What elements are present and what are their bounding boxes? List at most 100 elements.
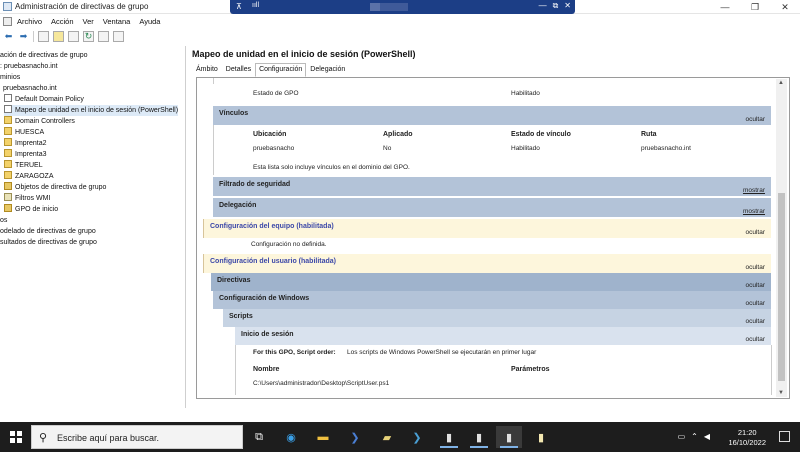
section-directivas[interactable]: Directivas ocultar	[211, 273, 771, 291]
tree-item-gpo-objects[interactable]: Objetos de directiva de grupo	[4, 182, 106, 193]
tree-item-domain[interactable]: pruebasnacho.int	[3, 83, 57, 94]
menu-ver[interactable]: Ver	[83, 17, 94, 26]
vertical-scrollbar[interactable]: ▲ ▼	[776, 79, 787, 397]
show-link[interactable]: mostrar	[743, 187, 765, 194]
section-windows-settings[interactable]: Configuración de Windows ocultar	[213, 291, 771, 309]
tree-item-starter-gpos[interactable]: GPO de inicio	[4, 204, 58, 215]
section-scripts[interactable]: Scripts ocultar	[223, 309, 771, 327]
section-title: Inicio de sesión	[241, 331, 294, 338]
menu-ventana[interactable]: Ventana	[103, 17, 131, 26]
task-view-icon[interactable]: ⧉	[246, 426, 272, 448]
up-folder-icon[interactable]	[38, 30, 49, 42]
taskbar-search[interactable]: ⚲ Escribe aquí para buscar.	[31, 425, 243, 449]
tree-item-domains[interactable]: minios	[0, 72, 20, 83]
tree-item-wmi-filters[interactable]: Filtros WMI	[4, 193, 50, 204]
taskbar: ⚲ Escribe aquí para buscar. ⧉ ◉ ▬ ❯ ▰ ❯ …	[0, 422, 800, 452]
clock-date: 16/10/2022	[728, 438, 766, 447]
tree-item-modeling[interactable]: odelado de directivas de grupo	[0, 226, 96, 237]
tab-ambito[interactable]: Ámbito	[192, 63, 222, 77]
tree-item-mapeo-gpo[interactable]: Mapeo de unidad en el inicio de sesión (…	[4, 105, 179, 116]
clock[interactable]: 21:20 16/10/2022	[728, 428, 766, 448]
file-explorer-icon[interactable]: ▬	[310, 426, 336, 448]
redacted-hostname	[370, 3, 380, 11]
server-manager-icon[interactable]: ▰	[374, 426, 400, 448]
ou-icon	[4, 160, 12, 168]
help-icon[interactable]	[98, 30, 109, 42]
tree-item-imprenta3[interactable]: Imprenta3	[4, 149, 47, 160]
tree-item-label: Objetos de directiva de grupo	[15, 184, 107, 191]
gpm-taskbar-icon[interactable]: ▮	[496, 426, 522, 448]
app-icon-2[interactable]: ▮	[466, 426, 492, 448]
show-hide-icon[interactable]	[113, 30, 124, 42]
show-link[interactable]: mostrar	[743, 208, 765, 215]
volume-icon[interactable]: ◀	[704, 432, 710, 441]
tab-delegacion[interactable]: Delegación	[306, 63, 349, 77]
script-name: C:\Users\administrador\Desktop\ScriptUse…	[253, 380, 390, 387]
menu-ayuda[interactable]: Ayuda	[139, 17, 160, 26]
notepad-icon[interactable]: ▮	[528, 426, 554, 448]
tree-item-label: ZARAGOZA	[15, 173, 54, 180]
refresh-icon[interactable]: ↻	[83, 30, 94, 42]
section-vinculos[interactable]: Vínculos ocultar	[213, 106, 771, 125]
menu-archivo[interactable]: Archivo	[17, 17, 42, 26]
hide-link[interactable]: ocultar	[745, 229, 765, 236]
section-filtrado[interactable]: Filtrado de seguridad mostrar	[213, 177, 771, 196]
gpo-link-icon	[4, 94, 12, 102]
hide-link[interactable]: ocultar	[745, 336, 765, 343]
back-arrow-icon[interactable]: ⬅	[3, 31, 14, 42]
properties-icon[interactable]	[68, 30, 79, 42]
hide-link[interactable]: ocultar	[745, 264, 765, 271]
rdp-minimize-button[interactable]: —	[539, 1, 547, 11]
scroll-thumb[interactable]	[778, 193, 785, 381]
tab-detalles[interactable]: Detalles	[222, 63, 255, 77]
tree-item-domain-controllers[interactable]: Domain Controllers	[4, 116, 75, 127]
hide-link[interactable]: ocultar	[745, 318, 765, 325]
hide-link[interactable]: ocultar	[745, 282, 765, 289]
chevron-up-icon[interactable]: ⌃	[691, 432, 698, 441]
app-icon-1[interactable]: ▮	[436, 426, 462, 448]
maximize-button[interactable]: ❐	[740, 0, 770, 14]
section-title: Configuración de Windows	[219, 295, 310, 302]
clipped-row	[213, 78, 773, 84]
system-menu-icon[interactable]	[3, 17, 12, 26]
menu-bar: Archivo Acción Ver Ventana Ayuda	[0, 15, 169, 28]
hide-link[interactable]: ocultar	[745, 116, 765, 123]
section-user-config[interactable]: Configuración del usuario (habilitada) o…	[203, 254, 771, 273]
tree-item-forest[interactable]: : pruebasnacho.int	[0, 61, 58, 72]
notification-icon[interactable]	[779, 431, 790, 442]
tree-item-zaragoza[interactable]: ZARAGOZA	[4, 171, 54, 182]
tree-item-default-domain-policy[interactable]: Default Domain Policy	[4, 94, 84, 105]
scroll-up-icon[interactable]: ▲	[778, 80, 784, 86]
tree-item-label: Domain Controllers	[15, 118, 75, 125]
scroll-down-icon[interactable]: ▼	[778, 390, 784, 396]
section-delegacion[interactable]: Delegación mostrar	[213, 198, 771, 217]
powershell-2-icon[interactable]: ❯	[404, 426, 430, 448]
tree-item-label: HUESCA	[15, 129, 45, 136]
tree-item-sites[interactable]: os	[0, 215, 7, 226]
tree-item-gpm[interactable]: ación de directivas de grupo	[0, 50, 88, 61]
edge-icon[interactable]: ◉	[278, 426, 304, 448]
tree-item-imprenta2[interactable]: Imprenta2	[4, 138, 47, 149]
tree-item-label: TERUEL	[15, 162, 43, 169]
section-computer-config[interactable]: Configuración del equipo (habilitada) oc…	[203, 219, 771, 238]
rdp-close-button[interactable]: ✕	[564, 1, 571, 11]
tree-item-teruel[interactable]: TERUEL	[4, 160, 43, 171]
tab-configuracion[interactable]: Configuración	[255, 63, 307, 77]
console-tree-icon[interactable]	[53, 30, 64, 42]
section-title: Directivas	[217, 277, 251, 284]
forward-arrow-icon[interactable]: ➡	[18, 31, 29, 42]
tree-item-results[interactable]: sultados de directivas de grupo	[0, 237, 97, 248]
minimize-button[interactable]: —	[710, 0, 740, 14]
rdp-restore-button[interactable]: ⧉	[553, 1, 559, 11]
pin-icon[interactable]: ⊼	[236, 2, 242, 11]
windows-start-icon[interactable]	[10, 431, 22, 443]
network-icon[interactable]: ▭	[678, 432, 686, 441]
powershell-icon[interactable]: ❯	[342, 426, 368, 448]
signal-icon[interactable]: ııll	[252, 2, 259, 9]
close-button[interactable]: ✕	[770, 0, 800, 14]
tree-item-huesca[interactable]: HUESCA	[4, 127, 44, 138]
menu-accion[interactable]: Acción	[51, 17, 74, 26]
tray-icons: ▭ ⌃ ◀	[678, 432, 710, 441]
hide-link[interactable]: ocultar	[745, 300, 765, 307]
section-logon[interactable]: Inicio de sesión ocultar	[235, 327, 771, 345]
